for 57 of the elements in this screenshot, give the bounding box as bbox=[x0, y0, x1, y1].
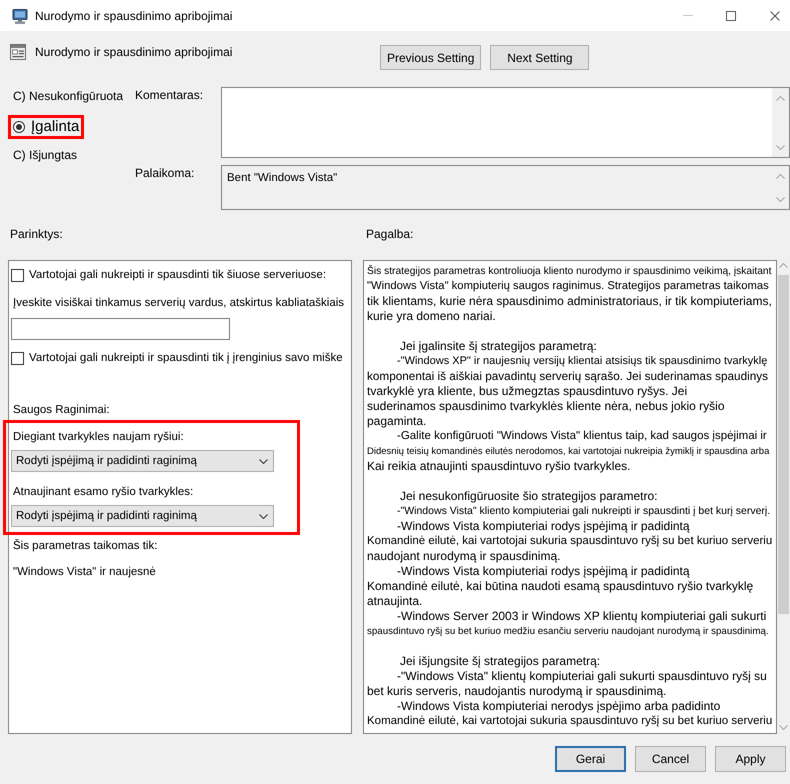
help-heading: Jei nesukonfigūruosite šio strategijos parametro: bbox=[399, 489, 658, 504]
radio-selected-icon bbox=[13, 121, 25, 133]
radio-option[interactable]: Įgalinta bbox=[8, 115, 84, 139]
help-paragraph: -"Windows Vista" kliento kompiuteriai gali nukreipti ir spausdinti į bet kurį serverį. bbox=[396, 504, 772, 519]
help-paragraph: Šis strategijos parametras kontroliuoja kliento nurodymo ir spausdinimo veikimą, įskaitant "Windows Vista" kompiuterių saugos raginimus. Strategijos parametras taikomas tik klientams, kurie nėra spausdinimo administratoriaus, ir tik kompiuteriams, kurie yra domeno nariai. bbox=[367, 264, 773, 324]
help-paragraph: -Windows Server 2003 ir Windows XP klientų kompiuteriai gali sukurti spausdintuvo ryšį su bet kuriuo medžiu esančiu serveriu naudojant nurodymą ir spausdinimą. bbox=[367, 609, 770, 639]
window-list-icon bbox=[10, 44, 26, 60]
comment-label: Komentaras: bbox=[135, 87, 204, 102]
dropdown[interactable]: Rodyti įspėjimą ir padidinti raginimą bbox=[11, 450, 274, 472]
dropdown-label: Atnaujinant esamo ryšio tvarkykles: bbox=[13, 485, 194, 500]
scroll-up-icon[interactable] bbox=[779, 263, 788, 268]
option-text: Šis parametras taikomas tik: bbox=[13, 538, 158, 554]
help-paragraph: -Windows Vista kompiuteriai nerodys įspėjimo arba padidinto Komandinė eilutė, kai vartotojai sukuria spausdintuvo ryšį su bet kuriuo serveriu bbox=[367, 699, 774, 729]
monitor-icon bbox=[12, 8, 28, 24]
option-text: Įveskite visiškai tinkamus serverių vardus, atskirtus kabliataškiais bbox=[13, 296, 346, 311]
setting-nav-button[interactable]: Previous Setting bbox=[380, 45, 482, 70]
dropdown-label: Diegiant tvarkykles naujam ryšiui: bbox=[13, 430, 184, 445]
help-paragraph: -"Windows XP" ir naujesnių versijų klientai atsisiųs tik spausdinimo tvarkyklę komponentai iš aiškiai pavadintų serverių sąrašo. Jei suderinamas spaudinys tvarkyklė yra kliente, bus užmegztas spausdintuvo ryšys. Jei suderinamos spausdinimo tvarkyklės kliente nėra, nebus jokio ryšio pagaminta. bbox=[367, 354, 770, 429]
dialog-button[interactable]: Gerai bbox=[555, 746, 626, 772]
scroll-down-icon[interactable] bbox=[776, 145, 785, 150]
setting-title: Nurodymo ir spausdinimo apribojimai bbox=[35, 44, 232, 60]
radio-option[interactable]: C) Išjungtas bbox=[8, 147, 78, 163]
chevron-down-icon bbox=[259, 458, 268, 464]
section-label: Parinktys: bbox=[10, 227, 63, 241]
scroll-thumb[interactable] bbox=[778, 275, 789, 614]
help-paragraph: -"Windows Vista" klientų kompiuteriai gali sukurti spausdintuvo ryšį su bet kuris serveris, naudojantis nurodymą ir spausdinimą. bbox=[367, 669, 768, 699]
scroll-down-icon[interactable] bbox=[779, 725, 788, 730]
checkbox-option[interactable]: Vartotojai gali nukreipti ir spausdinti tik šiuose serveriuose: bbox=[11, 267, 349, 283]
checkbox-option[interactable]: Vartotojai gali nukreipti ir spausdinti tik į įrenginius savo miške bbox=[11, 350, 349, 366]
help-paragraph: -Windows Vista kompiuteriai rodys įspėjimą ir padidintą Komandinė eilutė, kai būtina naudoti esamą spausdintuvo ryšio tvarkyklę atnaujinta. bbox=[367, 564, 754, 609]
setting-nav-button[interactable]: Next Setting bbox=[490, 45, 590, 70]
scroll-up-icon[interactable] bbox=[776, 96, 785, 101]
minimize-icon bbox=[683, 15, 693, 16]
dialog-button[interactable]: Apply bbox=[715, 746, 786, 772]
supported-value: Bent "Windows Vista" bbox=[226, 171, 338, 185]
close-icon bbox=[770, 10, 780, 20]
server-names-field[interactable] bbox=[11, 318, 230, 340]
radio-option[interactable]: C) Nesukonfigūruota bbox=[8, 88, 124, 104]
help-paragraph: -Windows Vista kompiuteriai rodys įspėjimą ir padidintą Komandinė eilutė, kai vartotojai sukuria spausdintuvo ryšį su bet kuriuo serveriu naudojant nurodymą ir spausdinimą. bbox=[367, 519, 774, 564]
dialog-button[interactable]: Cancel bbox=[635, 746, 706, 772]
scrollbar[interactable] bbox=[772, 88, 789, 157]
help-paragraph: -Galite konfigūruoti "Windows Vista" klientus taip, kad saugos įspėjimai ir Didesnių teisių komandinės eilutės nerodomos, kai vartotojai nukreipia žymiklį ir spausdina arba Kai reikia atnaujinti spausdintuvo ryšio tvarkykles. bbox=[367, 429, 770, 474]
help-heading: Jei įgalinsite šį strategijos parametrą: bbox=[399, 339, 598, 354]
dropdown[interactable]: Rodyti įspėjimą ir padidinti raginimą bbox=[11, 505, 274, 527]
checkbox-icon[interactable] bbox=[11, 268, 24, 282]
comment-field[interactable] bbox=[221, 87, 790, 158]
window-title: Nurodymo ir spausdinimo apribojimai bbox=[35, 8, 234, 24]
checkbox-icon[interactable] bbox=[11, 352, 24, 364]
option-text: "Windows Vista" ir naujesnė bbox=[13, 565, 157, 580]
supported-label: Palaikoma: bbox=[135, 165, 194, 180]
chevron-down-icon bbox=[259, 514, 268, 518]
section-heading: Saugos Raginimai: bbox=[13, 403, 110, 418]
maximize-icon bbox=[726, 10, 736, 20]
help-heading: Jei išjungsite šį strategijos parametrą: bbox=[399, 654, 602, 669]
section-label: Pagalba: bbox=[366, 227, 414, 241]
scroll-down-icon[interactable] bbox=[776, 197, 785, 202]
scroll-up-icon[interactable] bbox=[776, 174, 785, 179]
